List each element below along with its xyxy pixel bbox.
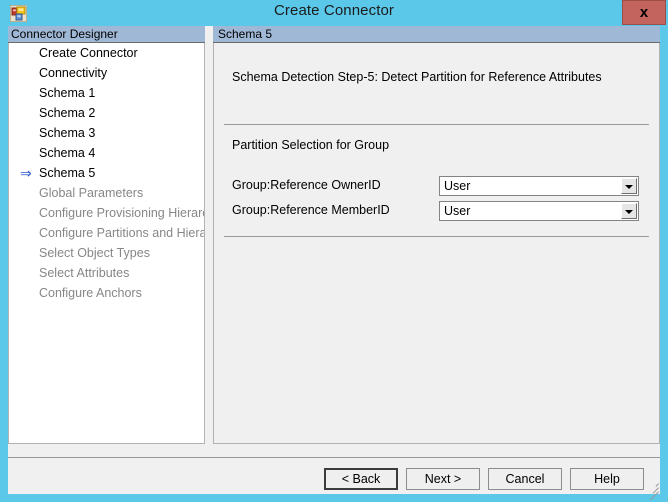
tree-item-label: Select Object Types	[39, 246, 150, 260]
schema-content-panel: Schema 5 Schema Detection Step-5: Detect…	[213, 26, 660, 444]
tree-item-label: Configure Provisioning Hierarchy	[39, 206, 205, 220]
button-bar: < Back Next > Cancel Help	[8, 458, 660, 501]
tree-item-configure-anchors: Configure Anchors	[9, 283, 204, 303]
step-title: Schema Detection Step-5: Detect Partitio…	[232, 70, 602, 84]
back-button[interactable]: < Back	[324, 468, 398, 490]
current-step-arrow-icon: ⇒	[20, 165, 32, 181]
tree-item-configure-provisioning-hierarchy: Configure Provisioning Hierarchy	[9, 203, 204, 223]
tree-item-schema-1[interactable]: Schema 1	[9, 83, 204, 103]
window-title: Create Connector	[274, 2, 394, 19]
tree-item-label: Select Attributes	[39, 266, 130, 280]
tree-item-create-connector[interactable]: Create Connector	[9, 43, 204, 63]
partition-select-owner-value: User	[444, 179, 471, 193]
tree-item-schema-2[interactable]: Schema 2	[9, 103, 204, 123]
field-label-member: Group:Reference MemberID	[232, 203, 390, 217]
create-connector-window: Create Connector x Connector Designer Cr…	[0, 0, 668, 502]
panel-splitter[interactable]	[205, 26, 213, 444]
next-button[interactable]: Next >	[406, 468, 480, 490]
separator-top	[224, 124, 649, 125]
tree-item-connectivity[interactable]: Connectivity	[9, 63, 204, 83]
tree-item-schema-3[interactable]: Schema 3	[9, 123, 204, 143]
tree-item-label: Global Parameters	[39, 186, 144, 200]
partition-select-member-value: User	[444, 204, 471, 218]
cancel-button[interactable]: Cancel	[488, 468, 562, 490]
tree-item-label: Schema 5	[39, 166, 96, 180]
tree-item-label: Configure Anchors	[39, 286, 142, 300]
tree-item-label: Schema 2	[39, 106, 96, 120]
close-button[interactable]: x	[622, 0, 666, 25]
title-bar: Create Connector x	[0, 0, 668, 26]
tree-panel-header: Connector Designer	[8, 26, 205, 43]
resize-grip[interactable]	[645, 479, 659, 501]
section-title: Partition Selection for Group	[232, 138, 390, 152]
tree-item-select-object-types: Select Object Types	[9, 243, 204, 263]
tree-item-label: Schema 3	[39, 126, 96, 140]
help-button[interactable]: Help	[570, 468, 644, 490]
tree-item-label: Create Connector	[39, 46, 138, 60]
tree-item-select-attributes: Select Attributes	[9, 263, 204, 283]
chevron-down-icon[interactable]	[621, 178, 637, 194]
tree-item-configure-partitions-and-hierarchies: Configure Partitions and Hierarchies	[9, 223, 204, 243]
dialog-client-area: Connector Designer Create Connector Conne…	[8, 26, 660, 501]
connector-designer-tree-panel: Connector Designer Create Connector Conne…	[8, 26, 205, 444]
tree-panel-list[interactable]: Create Connector Connectivity Schema 1 Sche…	[8, 43, 205, 444]
field-label-owner: Group:Reference OwnerID	[232, 178, 381, 192]
field-row-member: Group:Reference MemberID User	[214, 201, 661, 223]
content-panel-header: Schema 5	[213, 26, 660, 43]
tree-item-label: Schema 4	[39, 146, 96, 160]
chevron-down-icon[interactable]	[621, 203, 637, 219]
content-panel-body: Schema Detection Step-5: Detect Partitio…	[213, 43, 660, 444]
separator-bottom	[224, 236, 649, 237]
tree-item-schema-5[interactable]: ⇒ Schema 5	[9, 163, 204, 183]
field-row-owner: Group:Reference OwnerID User	[214, 176, 661, 198]
tree-item-label: Connectivity	[39, 66, 108, 80]
tree-item-global-parameters: Global Parameters	[9, 183, 204, 203]
partition-select-member[interactable]: User	[439, 201, 639, 221]
tree-item-label: Schema 1	[39, 86, 96, 100]
partition-select-owner[interactable]: User	[439, 176, 639, 196]
tree-item-label: Configure Partitions and Hierarchies	[39, 226, 205, 240]
tree-item-schema-4[interactable]: Schema 4	[9, 143, 204, 163]
